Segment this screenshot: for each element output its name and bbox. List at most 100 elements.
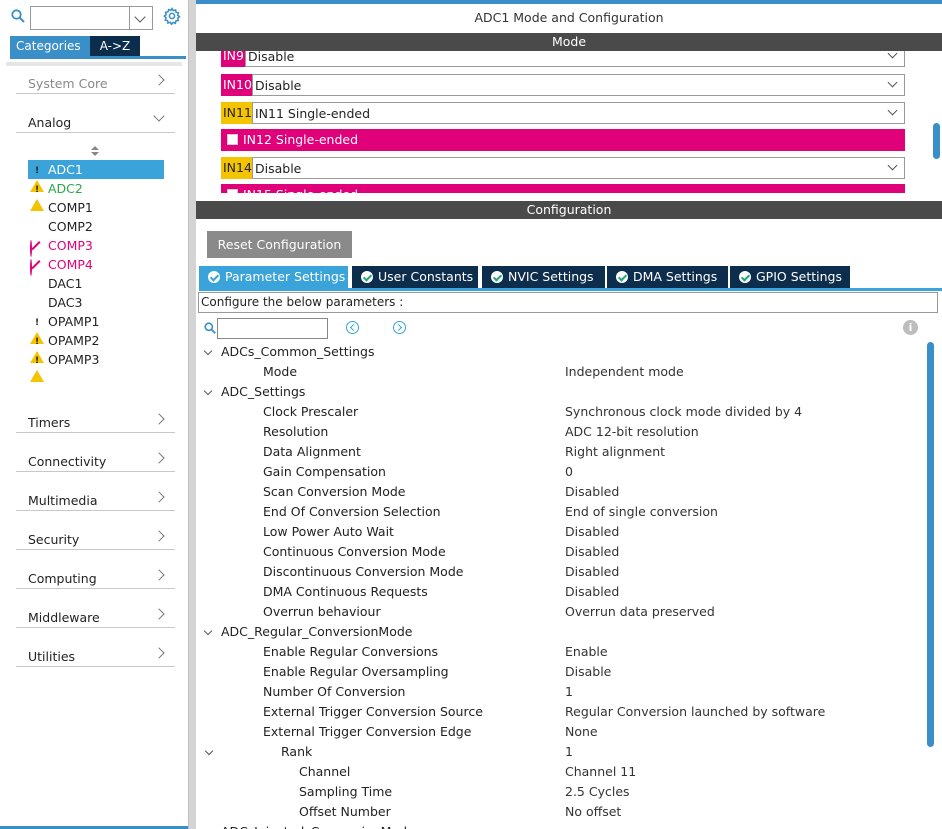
peripheral-comp1[interactable]: COMP1 — [28, 198, 164, 217]
parameter-value[interactable]: Disabled — [565, 582, 619, 602]
search-combobox[interactable] — [30, 6, 153, 30]
category-connectivity[interactable]: Connectivity — [16, 448, 175, 472]
info-icon[interactable]: i — [903, 320, 918, 335]
mode-scrollbar[interactable] — [933, 123, 940, 159]
tab-nvic-settings[interactable]: NVIC Settings — [482, 266, 605, 288]
parameter-group[interactable]: ADCs_Common_Settings — [196, 342, 926, 362]
pin-tag: IN9 — [221, 51, 246, 67]
parameter-row[interactable]: Data Alignment Right alignment — [196, 442, 926, 462]
checkbox[interactable] — [227, 189, 238, 193]
parameter-value[interactable]: No offset — [565, 802, 621, 822]
tab-parameter-settings[interactable]: Parameter Settings — [199, 266, 348, 288]
parameter-value[interactable]: Channel 11 — [565, 762, 636, 782]
peripheral-comp4[interactable]: COMP4 — [28, 255, 164, 276]
parameter-value[interactable]: Disable — [565, 662, 611, 682]
parameter-toolbar: i — [196, 318, 942, 340]
peripheral-opamp2[interactable]: OPAMP2 — [28, 331, 164, 363]
tab-categories[interactable]: Categories — [10, 36, 90, 56]
parameter-row[interactable]: Discontinuous Conversion Mode Disabled — [196, 562, 926, 582]
category-timers[interactable]: Timers — [16, 409, 175, 433]
parameter-row[interactable]: Clock Prescaler Synchronous clock mode di… — [196, 402, 926, 422]
parameter-row[interactable]: DMA Continuous Requests Disabled — [196, 582, 926, 602]
parameter-group[interactable]: ADC_Settings — [196, 382, 926, 402]
parameter-value[interactable]: ADC 12-bit resolution — [565, 422, 699, 442]
panel-splitter[interactable] — [188, 0, 196, 829]
tab-gpio-settings[interactable]: GPIO Settings — [730, 266, 850, 288]
parameter-group[interactable]: ADC_Regular_ConversionMode — [196, 622, 926, 642]
parameter-value[interactable]: Disabled — [565, 542, 619, 562]
parameter-value[interactable]: None — [565, 722, 598, 742]
category-utilities[interactable]: Utilities — [16, 643, 175, 667]
parameter-scrollbar[interactable] — [927, 342, 934, 747]
category-computing[interactable]: Computing — [16, 565, 175, 589]
parameter-value[interactable]: Right alignment — [565, 442, 665, 462]
parameter-value[interactable]: End of single conversion — [565, 502, 718, 522]
mode-select-in9[interactable]: Disable — [245, 51, 905, 67]
gear-icon[interactable] — [163, 7, 181, 25]
parameter-value[interactable]: Disabled — [565, 482, 619, 502]
parameter-row[interactable]: Resolution ADC 12-bit resolution — [196, 422, 926, 442]
parameter-row[interactable]: Channel Channel 11 — [196, 762, 926, 782]
peripheral-adc1[interactable]: ADC1 — [28, 160, 164, 192]
parameter-row[interactable]: Overrun behaviour Overrun data preserved — [196, 602, 926, 622]
parameter-row[interactable]: Mode Independent mode — [196, 362, 926, 382]
next-match-icon[interactable] — [393, 321, 406, 334]
peripheral-dac1[interactable]: DAC1 — [28, 274, 164, 293]
warning-icon — [30, 182, 44, 211]
parameter-value[interactable]: 2.5 Cycles — [565, 782, 630, 802]
parameter-row[interactable]: Low Power Auto Wait Disabled — [196, 522, 926, 542]
category-security[interactable]: Security — [16, 526, 175, 550]
parameter-value[interactable]: Disabled — [565, 522, 619, 542]
tab-a-to-z[interactable]: A->Z — [90, 36, 140, 56]
parameter-search-input[interactable] — [217, 318, 328, 339]
category-middleware[interactable]: Middleware — [16, 604, 175, 628]
parameter-row[interactable]: Enable Regular Conversions Enable — [196, 642, 926, 662]
parameter-value[interactable]: 1 — [565, 742, 573, 762]
tab-dma-settings[interactable]: DMA Settings — [607, 266, 728, 288]
parameter-value[interactable]: Synchronous clock mode divided by 4 — [565, 402, 802, 422]
parameter-group[interactable]: Rank 1 — [196, 742, 926, 762]
parameter-row[interactable]: External Trigger Conversion Source Regula… — [196, 702, 926, 722]
parameter-row[interactable]: Sampling Time 2.5 Cycles — [196, 782, 926, 802]
parameter-row[interactable]: Number Of Conversion 1 — [196, 682, 926, 702]
parameter-row[interactable]: Gain Compensation 0 — [196, 462, 926, 482]
category-multimedia[interactable]: Multimedia — [16, 487, 175, 511]
mode-check-in15-single-ended[interactable]: IN15 Single-ended — [221, 184, 905, 193]
peripheral-comp2[interactable]: COMP2 — [28, 217, 164, 236]
peripheral-opamp1[interactable]: OPAMP1 — [28, 312, 164, 344]
category-system-core[interactable]: System Core — [16, 70, 175, 94]
parameter-row[interactable]: Scan Conversion Mode Disabled — [196, 482, 926, 502]
parameter-row[interactable]: Enable Regular Oversampling Disable — [196, 662, 926, 682]
parameter-group[interactable]: ADC_Injected_ConversionMode — [196, 822, 926, 829]
peripheral-adc2[interactable]: ADC2 — [28, 179, 164, 211]
parameter-value[interactable]: Independent mode — [565, 362, 684, 382]
tab-user-constants[interactable]: User Constants — [352, 266, 478, 288]
parameter-value[interactable]: 1 — [565, 682, 573, 702]
parameter-row[interactable]: Continuous Conversion Mode Disabled — [196, 542, 926, 562]
chevron-down-icon[interactable] — [203, 626, 213, 636]
parameter-row[interactable]: Offset Number No offset — [196, 802, 926, 822]
checkbox[interactable] — [227, 134, 238, 145]
parameter-value[interactable]: Regular Conversion launched by software — [565, 702, 825, 722]
parameter-value[interactable]: 0 — [565, 462, 573, 482]
mode-check-in12-single-ended[interactable]: IN12 Single-ended — [221, 129, 905, 151]
chevron-down-icon[interactable] — [203, 386, 213, 396]
previous-match-icon[interactable] — [346, 321, 359, 334]
parameter-row[interactable]: External Trigger Conversion Edge None — [196, 722, 926, 742]
parameter-value[interactable]: Disabled — [565, 562, 619, 582]
peripheral-comp3[interactable]: COMP3 — [28, 236, 164, 257]
parameter-value[interactable]: Enable — [565, 642, 608, 662]
chevron-down-icon[interactable] — [129, 7, 152, 29]
mode-select-in10[interactable]: Disable — [252, 74, 905, 96]
mode-select-in14[interactable]: Disable — [252, 157, 905, 179]
peripheral-dac3[interactable]: DAC3 — [28, 293, 164, 312]
parameter-row[interactable]: End Of Conversion Selection End of single… — [196, 502, 926, 522]
chevron-down-icon[interactable] — [204, 746, 214, 756]
sort-icon[interactable] — [91, 146, 99, 156]
reset-configuration-button[interactable]: Reset Configuration — [207, 231, 352, 258]
mode-select-in11[interactable]: IN11 Single-ended — [252, 102, 905, 124]
parameter-value[interactable]: Overrun data preserved — [565, 602, 715, 622]
chevron-down-icon[interactable] — [203, 346, 213, 356]
peripheral-opamp3[interactable]: OPAMP3 — [28, 350, 164, 382]
category-analog[interactable]: Analog — [16, 109, 175, 133]
